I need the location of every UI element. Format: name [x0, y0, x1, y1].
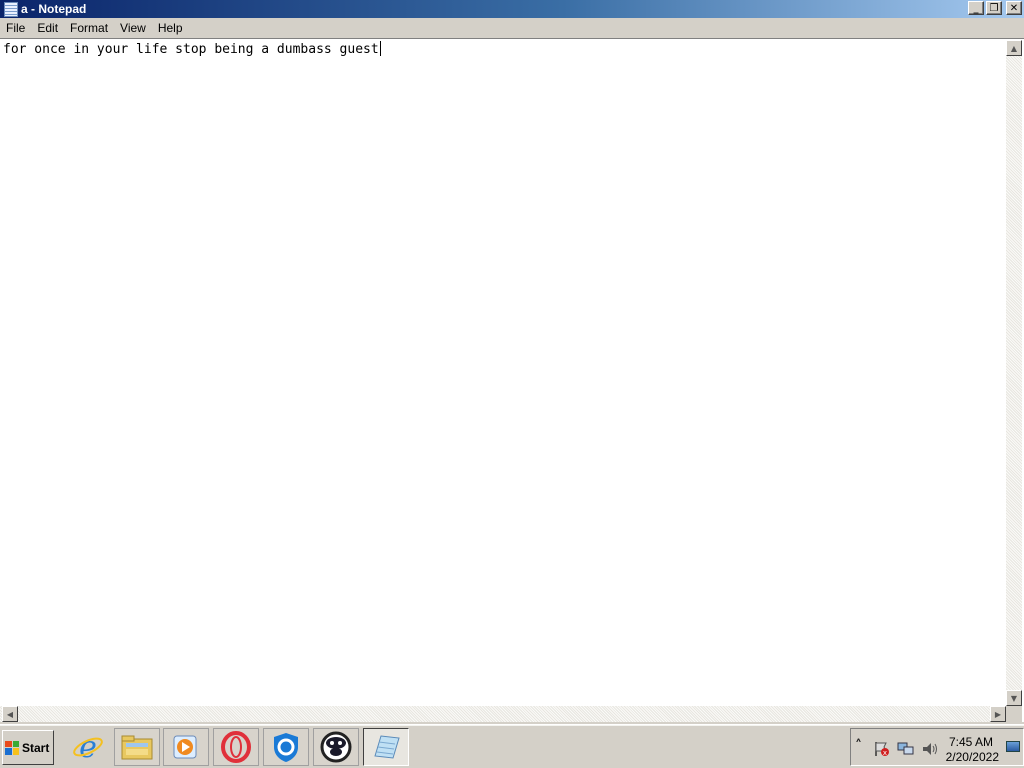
volume-icon[interactable]: [921, 741, 939, 757]
editor-text[interactable]: for once in your life stop being a dumba…: [3, 41, 381, 58]
taskbar-file-explorer[interactable]: [114, 728, 160, 766]
clock-time[interactable]: 7:45 AM: [949, 735, 993, 749]
taskbar-penguin-app[interactable]: [313, 728, 359, 766]
taskbar-media-player[interactable]: [163, 728, 209, 766]
start-label: Start: [22, 740, 50, 755]
menu-edit[interactable]: Edit: [31, 18, 64, 38]
window-title: a - Notepad: [21, 2, 87, 16]
scroll-down-button[interactable]: ▼: [1006, 690, 1022, 706]
text-caret: [379, 41, 381, 56]
windows-logo-icon: [5, 740, 19, 755]
minimize-button[interactable]: _: [968, 1, 984, 15]
menu-help[interactable]: Help: [152, 18, 189, 38]
title-bar[interactable]: a - Notepad _ ❐ ✕: [0, 0, 1024, 18]
media-player-icon: [173, 735, 197, 759]
editor-content: for once in your life stop being a dumba…: [3, 42, 379, 57]
penguin-app-icon: [320, 731, 352, 763]
svg-text:x: x: [883, 749, 887, 757]
scroll-left-button[interactable]: ◀: [2, 706, 18, 722]
svg-text:e: e: [79, 731, 97, 763]
scrollbar-corner: [1006, 706, 1022, 722]
internet-explorer-icon: e: [73, 731, 103, 763]
start-button[interactable]: Start: [2, 730, 54, 765]
opera-icon: [221, 731, 251, 763]
network-icon[interactable]: [897, 741, 915, 757]
taskbar-opera[interactable]: [213, 728, 259, 766]
system-tray: ˄ x 7:45 AM 2/20/2022: [850, 728, 1024, 766]
window-controls: _ ❐ ✕: [968, 1, 1022, 15]
file-explorer-icon: [121, 735, 153, 760]
horizontal-scrollbar[interactable]: ◀ ▶: [0, 706, 1006, 722]
clock-date[interactable]: 2/20/2022: [946, 750, 999, 764]
notepad-icon: [374, 735, 400, 759]
taskbar-internet-explorer[interactable]: e: [65, 728, 111, 766]
scroll-up-button[interactable]: ▲: [1006, 40, 1022, 56]
scroll-right-button[interactable]: ▶: [990, 706, 1006, 722]
taskbar-shield-browser[interactable]: [263, 728, 309, 766]
vertical-scrollbar[interactable]: ▲ ▼: [1006, 40, 1022, 706]
show-hidden-icons-chevron[interactable]: ˄: [855, 738, 862, 754]
close-button[interactable]: ✕: [1006, 1, 1022, 15]
menu-bar: File Edit Format View Help: [0, 18, 1024, 38]
notepad-icon: [4, 1, 18, 17]
restore-button[interactable]: ❐: [986, 1, 1002, 15]
menu-view[interactable]: View: [114, 18, 152, 38]
action-center-flag-icon[interactable]: x: [873, 741, 891, 757]
text-editor[interactable]: for once in your life stop being a dumba…: [0, 38, 1024, 722]
taskbar-notepad[interactable]: [363, 728, 409, 766]
taskbar: Start e ˄ x 7:45 AM 2/20/2022: [0, 724, 1024, 768]
shield-browser-icon: [274, 733, 298, 762]
menu-file[interactable]: File: [0, 18, 31, 38]
menu-format[interactable]: Format: [64, 18, 114, 38]
show-desktop-icon[interactable]: [1006, 741, 1020, 752]
